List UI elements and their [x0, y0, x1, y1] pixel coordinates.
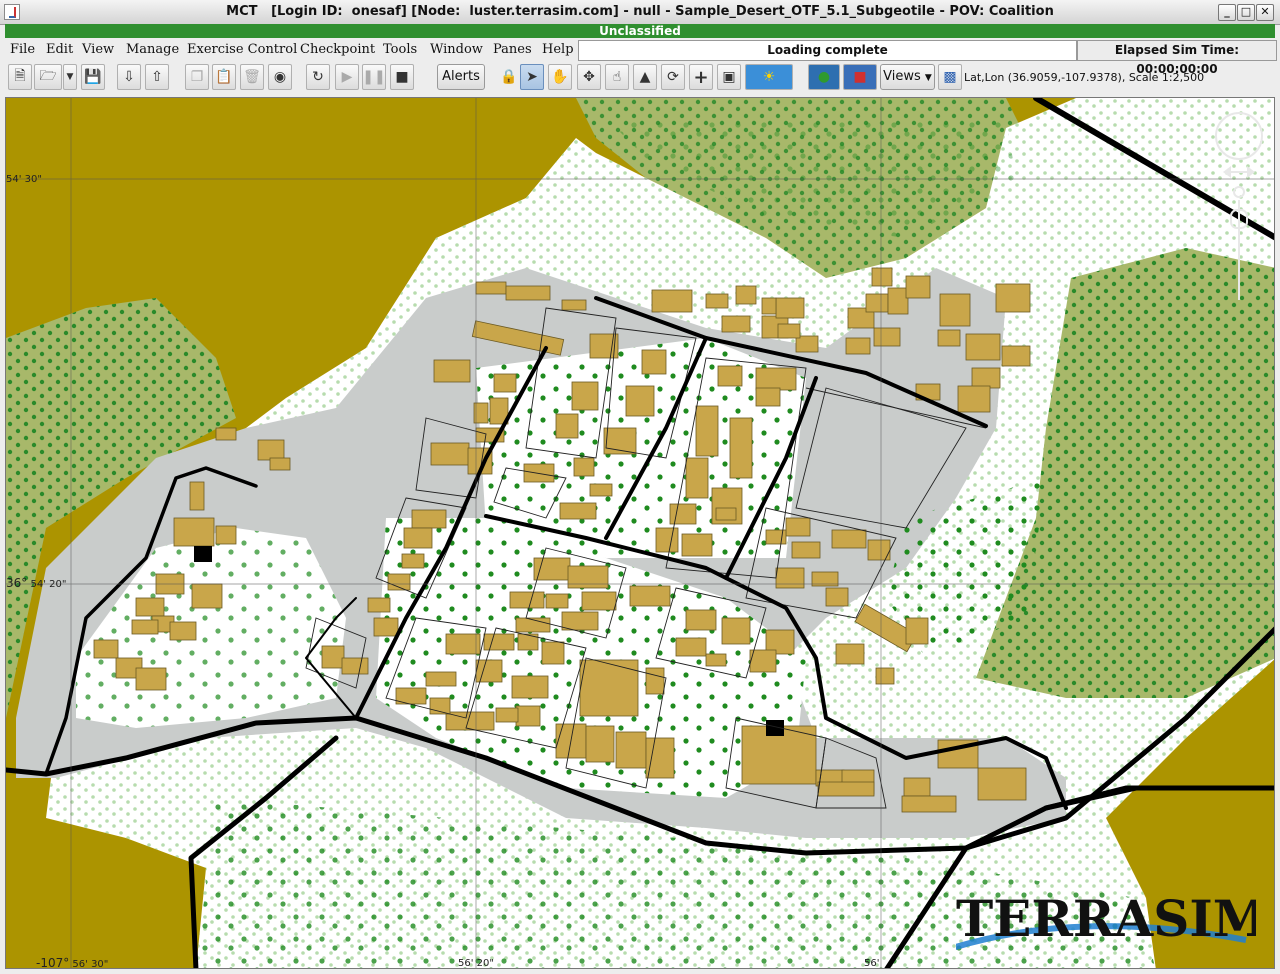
tag-icon[interactable]: ▣: [717, 64, 741, 90]
zoom-extent-icon[interactable]: ✥: [577, 64, 601, 90]
lat-label-top: 54' 30": [6, 174, 42, 185]
lat-lon-scale-readout: Lat,Lon (36.9059,-107.9378), Scale 1:2,5…: [964, 71, 1205, 84]
menu-panes[interactable]: Panes: [493, 42, 532, 57]
dropdown-arrow-icon[interactable]: ▼: [63, 64, 77, 90]
lock-icon[interactable]: 🔒: [497, 64, 521, 90]
lon-label-left: -107° 56' 30": [36, 956, 109, 969]
lon-label-left-deg: -107°: [36, 956, 70, 969]
menu-checkpoint[interactable]: Checkpoint: [300, 42, 375, 57]
menu-help[interactable]: Help: [542, 42, 574, 57]
copy-icon[interactable]: ❐: [185, 64, 209, 90]
menu-manage[interactable]: Manage: [126, 42, 179, 57]
paste-icon[interactable]: 📋: [212, 64, 236, 90]
elapsed-sim-time: Elapsed Sim Time: 00:00:00:00: [1077, 40, 1277, 76]
map-layers-icon[interactable]: ■: [843, 64, 877, 90]
classification-banner: Unclassified: [5, 24, 1275, 38]
menu-edit[interactable]: Edit: [46, 42, 73, 57]
menu-view[interactable]: View: [82, 42, 114, 57]
lon-label-right: 56': [864, 958, 880, 969]
terrain-icon[interactable]: ▲: [633, 64, 657, 90]
pointer-icon[interactable]: ➤: [520, 64, 544, 90]
menu-exercise-control[interactable]: Exercise Control: [187, 42, 297, 57]
delete-icon[interactable]: 🗑: [240, 64, 264, 90]
import-icon[interactable]: ⇩: [117, 64, 141, 90]
stop-icon[interactable]: ■: [390, 64, 414, 90]
menu-tools[interactable]: Tools: [383, 42, 417, 57]
minimize-button[interactable]: _: [1218, 4, 1236, 21]
menu-file[interactable]: File: [10, 42, 35, 57]
logo-wordmark: TERRASIM: [956, 889, 1256, 948]
close-button[interactable]: ✕: [1256, 4, 1274, 21]
views-label: Views: [883, 69, 921, 84]
refresh-icon[interactable]: ↻: [306, 64, 330, 90]
cube-icon[interactable]: ▩: [938, 64, 962, 90]
crosshair-icon[interactable]: +: [689, 64, 713, 90]
export-icon[interactable]: ⇧: [145, 64, 169, 90]
zoom-in-icon[interactable]: [1233, 186, 1245, 198]
lon-label-mid: 56' 20": [458, 958, 494, 969]
views-dropdown[interactable]: Views ▼: [880, 64, 935, 90]
hand-pan-icon[interactable]: ✋: [548, 64, 572, 90]
play-icon[interactable]: ▶: [335, 64, 359, 90]
sun-icon[interactable]: ☀: [745, 64, 793, 90]
save-icon[interactable]: 💾: [81, 64, 105, 90]
chevron-down-icon: ▼: [924, 73, 932, 83]
lat-label-mid-min: 54' 20": [30, 579, 67, 590]
map-view[interactable]: 54' 30" 36° 54' 20" -107° 56' 30" 56' 20…: [5, 97, 1275, 969]
menu-window[interactable]: Window: [430, 42, 483, 57]
window-title-bar: MCT [Login ID: onesaf] [Node: luster.ter…: [0, 0, 1280, 25]
globe-icon[interactable]: ●: [808, 64, 840, 90]
maximize-button[interactable]: □: [1237, 4, 1255, 21]
alerts-button[interactable]: Alerts: [437, 64, 485, 90]
open-icon[interactable]: 🗁: [34, 64, 62, 90]
touch-icon[interactable]: ☝: [605, 64, 629, 90]
pause-icon[interactable]: ❚❚: [362, 64, 386, 90]
lat-label-mid-deg: 36°: [6, 576, 28, 590]
binoculars-icon[interactable]: ◉: [268, 64, 292, 90]
lon-label-left-min: 56' 30": [72, 959, 109, 969]
new-icon[interactable]: 🗎: [8, 64, 32, 90]
black-structure: [194, 546, 212, 562]
compass-ring[interactable]: [1215, 112, 1263, 160]
window-title: MCT [Login ID: onesaf] [Node: luster.ter…: [226, 4, 1054, 19]
rotate-icon[interactable]: ⟳: [661, 64, 685, 90]
lat-label-mid: 36° 54' 20": [6, 576, 66, 590]
status-message: Loading complete: [578, 40, 1077, 61]
terrain-map[interactable]: [6, 98, 1275, 969]
